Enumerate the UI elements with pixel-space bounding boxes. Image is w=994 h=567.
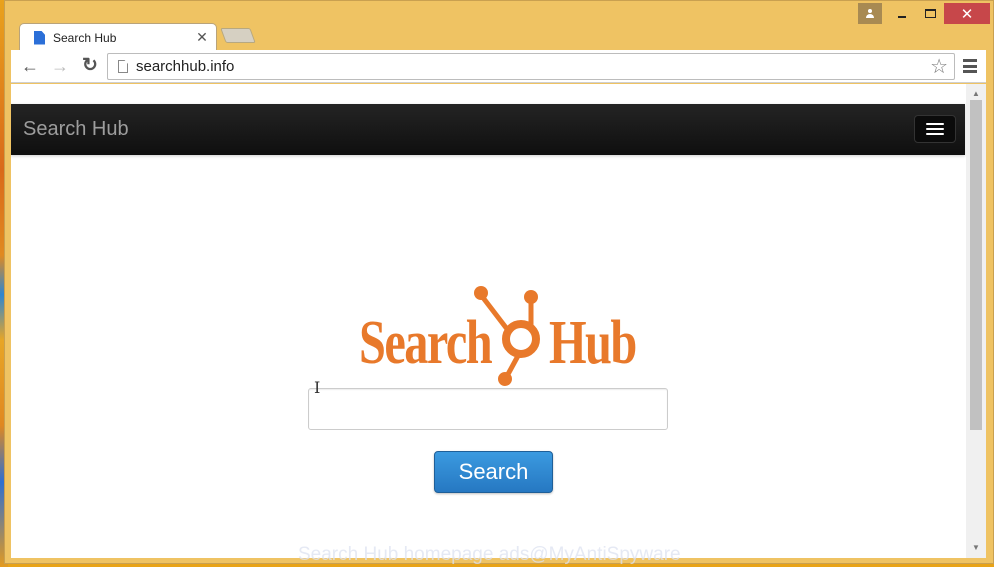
page-icon: [118, 60, 128, 73]
address-bar[interactable]: searchhub.info ☆: [107, 53, 955, 80]
search-button[interactable]: Search: [434, 451, 553, 493]
logo-text-hub: Hub: [549, 309, 637, 377]
search-input[interactable]: [308, 388, 668, 430]
minimize-icon: [898, 15, 906, 18]
scroll-down-arrow-icon[interactable]: ▼: [966, 540, 986, 556]
search-hub-logo: Search Hub: [351, 284, 637, 389]
browser-window: Search Hub ✕ ✕ ← → ↻ searchhub.info ☆ Se…: [4, 0, 994, 564]
window-close-button[interactable]: ✕: [944, 3, 990, 24]
user-profile-button[interactable]: [858, 3, 882, 24]
minimize-button[interactable]: [890, 3, 914, 24]
close-icon: ✕: [960, 5, 974, 23]
page-favicon-icon: [34, 30, 45, 45]
maximize-icon: [924, 9, 936, 18]
navbar-toggle-button[interactable]: [914, 115, 956, 143]
tab-search-hub[interactable]: Search Hub ✕: [19, 23, 217, 51]
watermark-text: Search Hub homepage ads@MyAntiSpyware: [298, 544, 681, 565]
text-cursor-icon: I: [314, 378, 321, 397]
vertical-scrollbar[interactable]: ▲ ▼: [966, 84, 986, 558]
hub-network-icon: [474, 286, 540, 386]
navbar-brand[interactable]: Search Hub: [23, 118, 129, 141]
url-text[interactable]: searchhub.info: [136, 58, 930, 75]
user-icon: [865, 8, 875, 19]
hamburger-icon: [926, 123, 944, 125]
site-navbar: Search Hub: [11, 104, 965, 155]
tab-close-icon[interactable]: ✕: [192, 29, 212, 46]
back-button[interactable]: ←: [19, 55, 41, 77]
new-tab-button[interactable]: [220, 28, 256, 43]
chrome-menu-icon[interactable]: [963, 59, 977, 73]
browser-toolbar: ← → ↻ searchhub.info ☆: [11, 50, 986, 83]
maximize-button[interactable]: [918, 3, 942, 24]
scrollbar-thumb[interactable]: [970, 100, 982, 430]
forward-button[interactable]: →: [49, 55, 71, 77]
page-viewport: Search Hub Search Hub I Search ▲ ▼: [11, 84, 986, 558]
reload-button[interactable]: ↻: [79, 55, 101, 77]
bookmark-star-icon[interactable]: ☆: [930, 54, 948, 79]
tab-title: Search Hub: [53, 30, 117, 45]
